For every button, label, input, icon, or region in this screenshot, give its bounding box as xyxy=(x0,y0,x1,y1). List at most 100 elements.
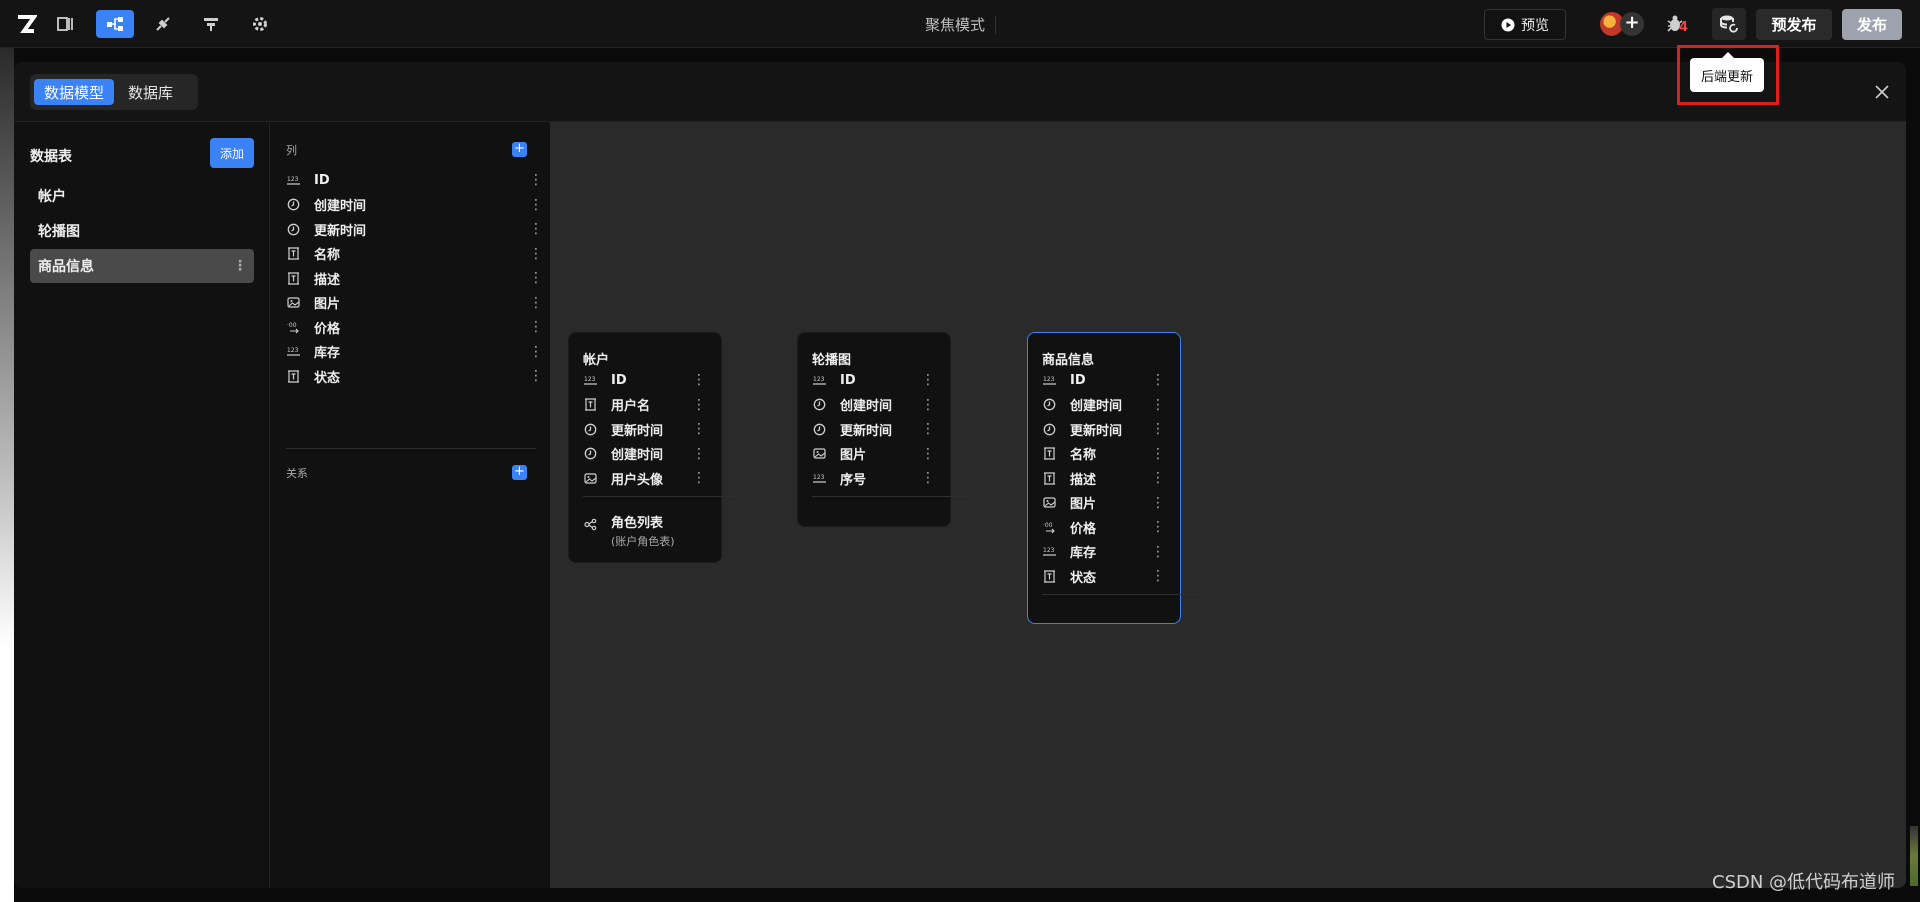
data-model-icon[interactable] xyxy=(96,10,134,38)
prepublish-button[interactable]: 预发布 xyxy=(1756,9,1832,40)
card-carousel[interactable]: 轮播图 123 ID ⋮ 创建时间 ⋮ 更新时间 ⋮ 图片 ⋮ 123 序号 ⋮ xyxy=(797,332,970,527)
card-field-row[interactable]: 用户头像 ⋮ xyxy=(583,466,743,490)
more-options-icon[interactable]: ⋮ xyxy=(529,198,543,212)
card-field-row[interactable]: 图片 ⋮ xyxy=(812,442,972,466)
card-product-info[interactable]: 商品信息 123 ID ⋮ 创建时间 ⋮ 更新时间 ⋮ 名称 ⋮ 描述 ⋮ 图片 ⋮ ·00 价格 ⋮ 123 库存… xyxy=(1027,332,1200,624)
backend-update-button[interactable] xyxy=(1712,8,1746,40)
more-options-icon[interactable]: ⋮ xyxy=(921,422,935,436)
card-field-row[interactable]: ·00 价格 ⋮ xyxy=(1042,515,1202,539)
more-options-icon[interactable]: ⋮ xyxy=(529,369,543,383)
number-type-icon: 123 xyxy=(583,373,597,387)
more-options-icon[interactable]: ⋮ xyxy=(1151,496,1165,510)
table-item-product-info[interactable]: 商品信息 ⋮ xyxy=(30,249,254,283)
plugin-icon[interactable] xyxy=(144,10,182,38)
table-item-account[interactable]: 帐户 xyxy=(30,179,254,213)
card-field-row[interactable]: 123 ID ⋮ xyxy=(583,368,743,392)
field-name: 库存 xyxy=(1070,546,1097,561)
field-name: 更新时间 xyxy=(1070,423,1123,439)
card-field-row[interactable]: 创建时间 ⋮ xyxy=(583,442,743,466)
more-options-icon[interactable]: ⋮ xyxy=(233,259,247,273)
image-type-icon xyxy=(583,471,597,485)
add-table-button[interactable]: 添加 xyxy=(210,138,254,168)
tab-database[interactable]: 数据库 xyxy=(118,79,183,105)
svg-text:123: 123 xyxy=(584,376,596,383)
app-logo-icon[interactable] xyxy=(15,13,37,35)
number-type-icon: 123 xyxy=(286,345,300,359)
more-options-icon[interactable]: ⋮ xyxy=(1151,447,1165,461)
focus-mode-toggle[interactable]: 聚焦模式 xyxy=(880,14,1030,35)
more-options-icon[interactable]: ⋮ xyxy=(529,296,543,310)
field-name: 创建时间 xyxy=(611,448,664,463)
card-field-row[interactable]: 用户名 ⋮ xyxy=(583,393,743,417)
card-field-row[interactable]: 创建时间 ⋮ xyxy=(1042,393,1202,417)
svg-text:123: 123 xyxy=(287,347,299,354)
more-options-icon[interactable]: ⋮ xyxy=(1151,545,1165,559)
add-column-button[interactable]: + xyxy=(512,142,527,157)
column-row[interactable]: 状态 ⋮ xyxy=(286,364,543,388)
add-relation-button[interactable]: + xyxy=(512,465,527,480)
column-row[interactable]: ·00 价格 ⋮ xyxy=(286,315,544,339)
card-field-row[interactable]: 状态 ⋮ xyxy=(1042,564,1202,588)
pages-icon[interactable] xyxy=(47,10,85,38)
column-row[interactable]: 描述 ⋮ xyxy=(286,266,543,290)
more-options-icon[interactable]: ⋮ xyxy=(1151,520,1165,534)
card-field-row[interactable]: 名称 ⋮ xyxy=(1042,442,1202,466)
publish-button[interactable]: 发布 xyxy=(1842,9,1902,40)
relation-target: (账户角色表) xyxy=(611,534,675,548)
more-options-icon[interactable]: ⋮ xyxy=(1151,373,1165,387)
model-canvas[interactable]: 帐户 123 ID ⋮ 用户名 ⋮ 更新时间 ⋮ 创建时间 ⋮ 用户头像 ⋮ 角色列表 (账户角色表) 轮播… xyxy=(550,122,1906,888)
more-options-icon[interactable]: ⋮ xyxy=(1151,471,1165,485)
more-options-icon[interactable]: ⋮ xyxy=(1151,569,1165,583)
table-item-label: 轮播图 xyxy=(38,224,80,240)
column-row[interactable]: 名称 ⋮ xyxy=(286,242,543,266)
more-options-icon[interactable]: ⋮ xyxy=(921,447,935,461)
more-options-icon[interactable]: ⋮ xyxy=(529,222,543,236)
workflow-icon[interactable] xyxy=(192,10,230,38)
more-options-icon[interactable]: ⋮ xyxy=(921,471,935,485)
more-options-icon[interactable]: ⋮ xyxy=(921,398,935,412)
tab-data-model[interactable]: 数据模型 xyxy=(34,79,115,105)
card-field-row[interactable]: 123 库存 ⋮ xyxy=(1042,540,1202,564)
card-field-row[interactable]: 更新时间 ⋮ xyxy=(1042,417,1202,441)
more-options-icon[interactable]: ⋮ xyxy=(529,345,543,359)
card-account[interactable]: 帐户 123 ID ⋮ 用户名 ⋮ 更新时间 ⋮ 创建时间 ⋮ 用户头像 ⋮ 角色列表 (账户角色表) xyxy=(568,332,741,563)
close-icon[interactable] xyxy=(1874,84,1890,100)
card-relation-row[interactable]: 角色列表 (账户角色表) xyxy=(583,512,743,548)
column-row[interactable]: 图片 ⋮ xyxy=(286,291,543,315)
column-row[interactable]: 创建时间 ⋮ xyxy=(286,193,543,217)
more-options-icon[interactable]: ⋮ xyxy=(692,373,706,387)
card-field-row[interactable]: 创建时间 ⋮ xyxy=(812,393,972,417)
column-name: 描述 xyxy=(314,272,341,288)
more-options-icon[interactable]: ⋮ xyxy=(529,271,543,285)
card-field-row[interactable]: 123 ID ⋮ xyxy=(812,368,972,392)
card-field-row[interactable]: 123 ID ⋮ xyxy=(1042,368,1202,392)
more-options-icon[interactable]: ⋮ xyxy=(1151,422,1165,436)
card-field-row[interactable]: 123 序号 ⋮ xyxy=(812,466,972,490)
more-options-icon[interactable]: ⋮ xyxy=(692,471,706,485)
divider xyxy=(286,448,536,449)
settings-gear-icon[interactable] xyxy=(241,10,279,38)
column-row[interactable]: 123 ID ⋮ xyxy=(286,168,543,192)
text-type-icon xyxy=(286,369,300,383)
more-options-icon[interactable]: ⋮ xyxy=(1151,398,1165,412)
column-row[interactable]: 更新时间 ⋮ xyxy=(286,217,543,241)
more-options-icon[interactable]: ⋮ xyxy=(921,373,935,387)
card-field-row[interactable]: 更新时间 ⋮ xyxy=(812,417,972,441)
card-field-row[interactable]: 图片 ⋮ xyxy=(1042,491,1202,515)
database-sync-icon xyxy=(1720,15,1738,33)
text-type-icon xyxy=(286,271,300,285)
relation-icon xyxy=(583,518,597,532)
more-options-icon[interactable]: ⋮ xyxy=(529,173,543,187)
preview-button[interactable]: 预览 xyxy=(1484,9,1566,40)
add-collaborator-button[interactable]: + xyxy=(1620,12,1644,36)
more-options-icon[interactable]: ⋮ xyxy=(692,447,706,461)
more-options-icon[interactable]: ⋮ xyxy=(529,247,543,261)
more-options-icon[interactable]: ⋮ xyxy=(692,422,706,436)
more-options-icon[interactable]: ⋮ xyxy=(692,398,706,412)
card-field-row[interactable]: 描述 ⋮ xyxy=(1042,466,1202,490)
image-type-icon xyxy=(812,447,826,461)
column-row[interactable]: 123 库存 ⋮ xyxy=(286,340,543,364)
table-item-carousel[interactable]: 轮播图 xyxy=(30,214,254,248)
more-options-icon[interactable]: ⋮ xyxy=(529,320,543,334)
card-field-row[interactable]: 更新时间 ⋮ xyxy=(583,417,743,441)
